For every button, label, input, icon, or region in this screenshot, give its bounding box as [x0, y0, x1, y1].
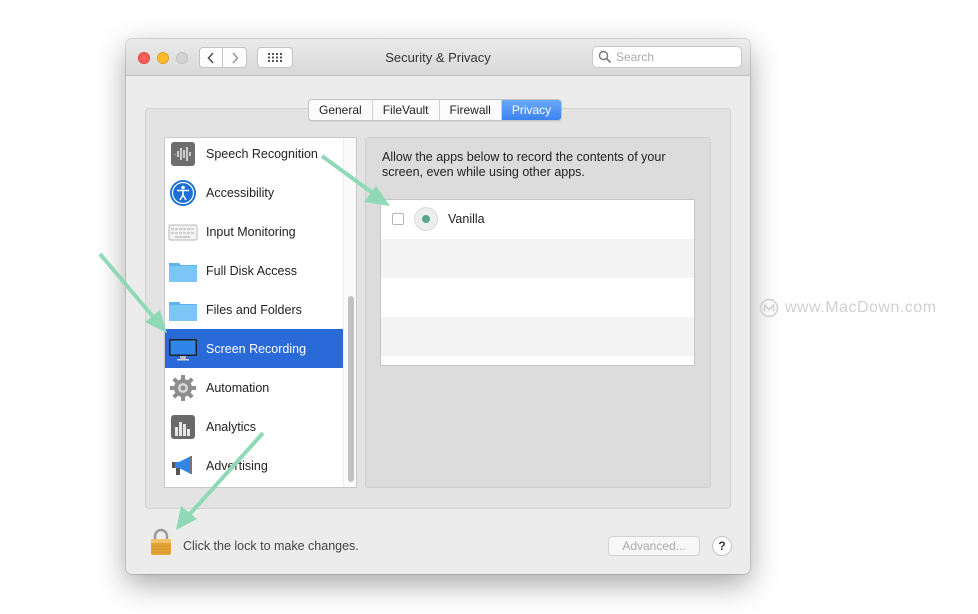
lock-message: Click the lock to make changes.: [183, 539, 359, 553]
megaphone-icon: [168, 452, 198, 480]
empty-row: [381, 317, 694, 356]
sidebar-item-full-disk-access[interactable]: Full Disk Access: [165, 251, 343, 290]
sidebar-item-label: Analytics: [206, 419, 257, 434]
preferences-window: Security & Privacy Search General FileVa…: [126, 39, 750, 574]
sidebar-item-label: Accessibility: [206, 185, 275, 200]
empty-row: [381, 239, 694, 278]
app-checkbox[interactable]: [392, 213, 404, 225]
watermark: www.MacDown.com: [759, 298, 937, 318]
watermark-text: www.MacDown.com: [785, 299, 937, 316]
sidebar-item-label: Screen Recording: [206, 341, 307, 356]
sidebar-item-label: Advertising: [206, 458, 268, 473]
accessibility-icon: [168, 179, 198, 207]
sidebar-item-label: Full Disk Access: [206, 263, 297, 278]
search-field[interactable]: Search: [592, 46, 742, 68]
privacy-category-list: Speech Recognition Accessibility Input M…: [164, 137, 357, 488]
display-icon: [168, 335, 198, 363]
help-button[interactable]: ?: [712, 536, 732, 556]
folder-icon: [168, 257, 198, 285]
sidebar-item-accessibility[interactable]: Accessibility: [165, 173, 343, 212]
sidebar-item-input-monitoring[interactable]: Input Monitoring: [165, 212, 343, 251]
sidebar-item-screen-recording[interactable]: Screen Recording: [165, 329, 343, 368]
sidebar-item-files-and-folders[interactable]: Files and Folders: [165, 290, 343, 329]
waveform-icon: [168, 140, 198, 168]
bar-chart-icon: [168, 413, 198, 441]
keyboard-icon: [168, 218, 198, 246]
lock-icon[interactable]: [150, 528, 172, 556]
sidebar-item-label: Automation: [206, 380, 270, 395]
tab-bar: General FileVault Firewall Privacy: [308, 99, 563, 121]
detail-pane: Allow the apps below to record the conte…: [365, 137, 711, 488]
app-name: Vanilla: [448, 212, 485, 226]
empty-row: [381, 356, 694, 365]
app-icon: [414, 207, 438, 231]
sidebar-item-analytics[interactable]: Analytics: [165, 407, 343, 446]
gear-icon: [168, 374, 198, 402]
app-row[interactable]: Vanilla: [381, 200, 694, 239]
advanced-button[interactable]: Advanced...: [608, 536, 700, 556]
sidebar-item-label: Files and Folders: [206, 302, 302, 317]
tab-filevault[interactable]: FileVault: [373, 100, 440, 120]
app-list: Vanilla: [380, 199, 695, 366]
list-scrollbar[interactable]: [343, 138, 356, 487]
sidebar-item-automation[interactable]: Automation: [165, 368, 343, 407]
sidebar-item-advertising[interactable]: Advertising: [165, 446, 343, 485]
scrollbar-thumb[interactable]: [348, 296, 354, 482]
sidebar-item-label: Input Monitoring: [206, 224, 296, 239]
titlebar: Security & Privacy Search: [126, 39, 750, 76]
tab-privacy[interactable]: Privacy: [501, 100, 562, 120]
macdown-logo-icon: [759, 298, 779, 318]
screen-recording-description: Allow the apps below to record the conte…: [382, 150, 666, 179]
sidebar-item-label: Speech Recognition: [206, 146, 318, 161]
tab-firewall[interactable]: Firewall: [440, 100, 502, 120]
tab-general[interactable]: General: [309, 100, 373, 120]
search-placeholder: Search: [616, 50, 655, 64]
folder-icon: [168, 296, 198, 324]
search-icon: [598, 50, 612, 64]
empty-row: [381, 278, 694, 317]
sidebar-item-speech-recognition[interactable]: Speech Recognition: [165, 138, 343, 173]
